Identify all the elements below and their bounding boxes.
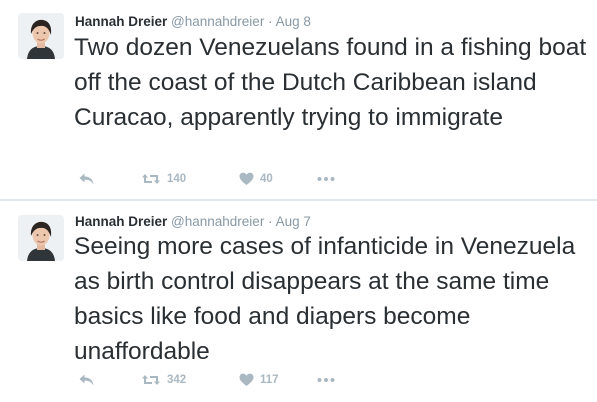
retweet-button[interactable]: 140	[141, 168, 186, 190]
more-button[interactable]	[317, 168, 335, 190]
author-username[interactable]: @hannahdreier	[171, 14, 264, 29]
tweet-actions: 342 117	[74, 369, 374, 391]
author-name[interactable]: Hannah Dreier	[75, 14, 167, 29]
reply-icon	[79, 173, 94, 185]
tweet-timestamp[interactable]: Aug 8	[276, 14, 311, 29]
like-count: 40	[260, 173, 273, 185]
retweet-count: 140	[167, 173, 187, 185]
tweet-header: Hannah Dreier @hannahdreier · Aug 8	[75, 13, 311, 31]
heart-icon	[239, 373, 254, 386]
reply-button[interactable]	[78, 369, 95, 391]
retweet-icon	[142, 375, 160, 385]
like-button[interactable]: 117	[239, 369, 279, 391]
timeline: Hannah Dreier @hannahdreier · Aug 8 Two …	[0, 0, 597, 402]
like-count: 117	[260, 374, 279, 386]
retweet-button[interactable]: 342	[141, 369, 186, 391]
tweet[interactable]: Hannah Dreier @hannahdreier · Aug 7 Seei…	[0, 201, 597, 402]
more-icon	[317, 177, 335, 181]
avatar-photo	[18, 215, 64, 261]
avatar[interactable]	[18, 215, 64, 261]
separator: ·	[268, 214, 273, 229]
tweet-text: Two dozen Venezuelans found in a fishing…	[74, 34, 587, 131]
tweet[interactable]: Hannah Dreier @hannahdreier · Aug 8 Two …	[0, 0, 597, 199]
retweet-count: 342	[167, 374, 187, 386]
author-username[interactable]: @hannahdreier	[171, 214, 264, 229]
avatar[interactable]	[18, 13, 64, 59]
separator: ·	[268, 14, 273, 29]
tweet-text: Seeing more cases of infanticide in Vene…	[74, 233, 576, 365]
tweet-timestamp[interactable]: Aug 7	[276, 214, 311, 229]
more-button[interactable]	[317, 369, 335, 391]
tweet-actions: 140 40	[74, 168, 374, 190]
retweet-icon	[142, 174, 160, 184]
author-name[interactable]: Hannah Dreier	[75, 214, 167, 229]
reply-button[interactable]	[78, 168, 95, 190]
reply-icon	[79, 374, 94, 386]
heart-icon	[239, 172, 254, 185]
avatar-photo	[18, 13, 64, 59]
more-icon	[317, 378, 335, 382]
like-button[interactable]: 40	[239, 168, 273, 190]
